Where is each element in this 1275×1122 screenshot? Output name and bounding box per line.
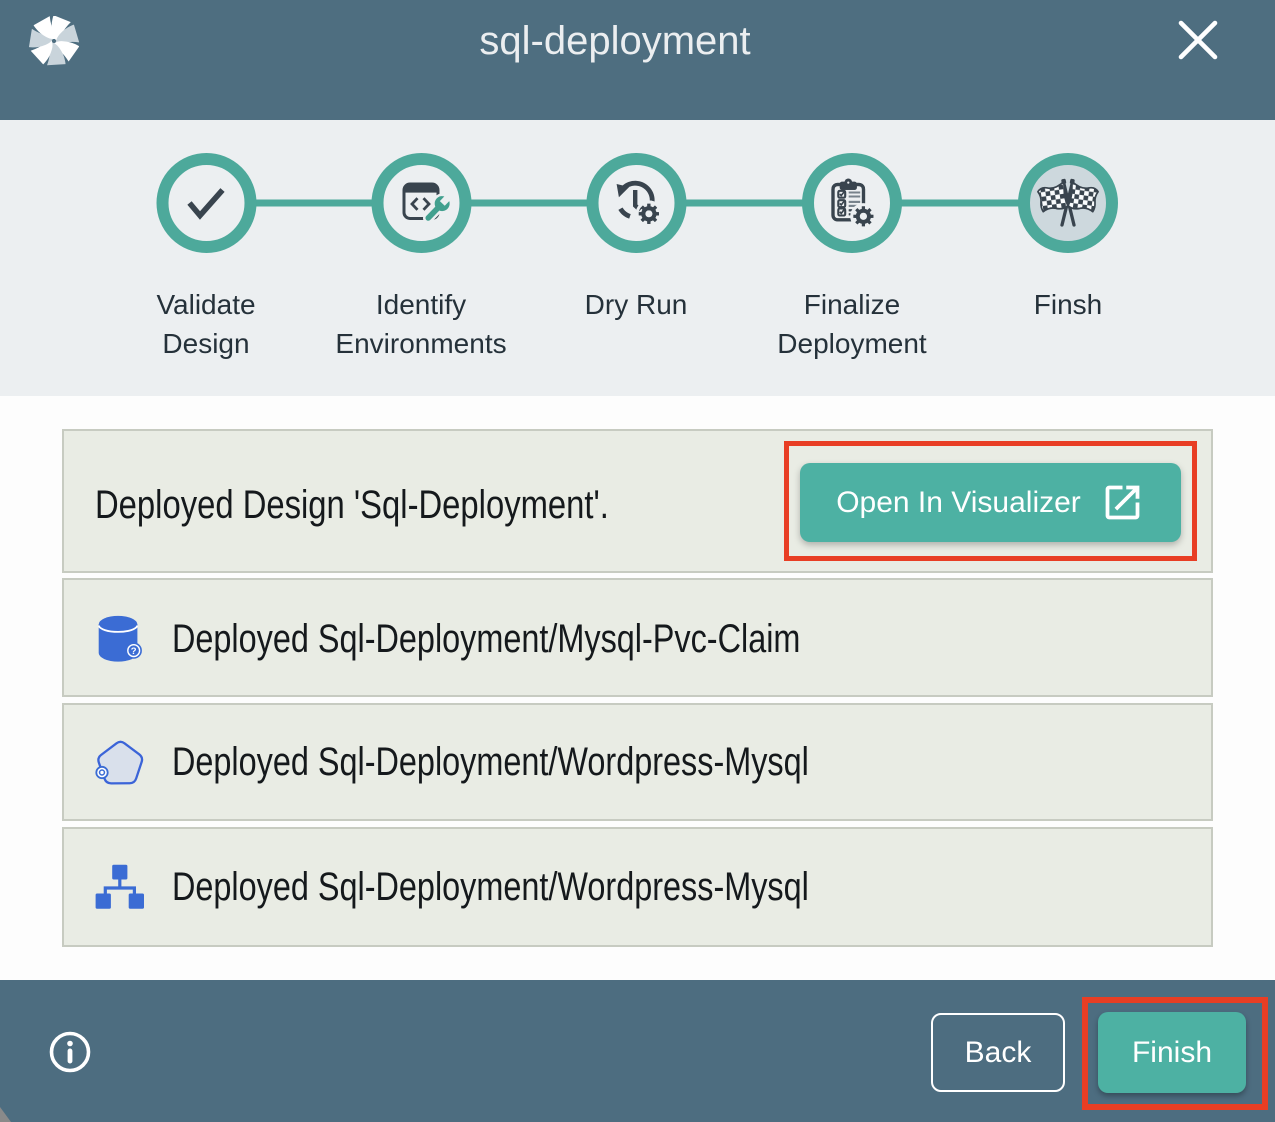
- svg-text:?: ?: [131, 646, 137, 657]
